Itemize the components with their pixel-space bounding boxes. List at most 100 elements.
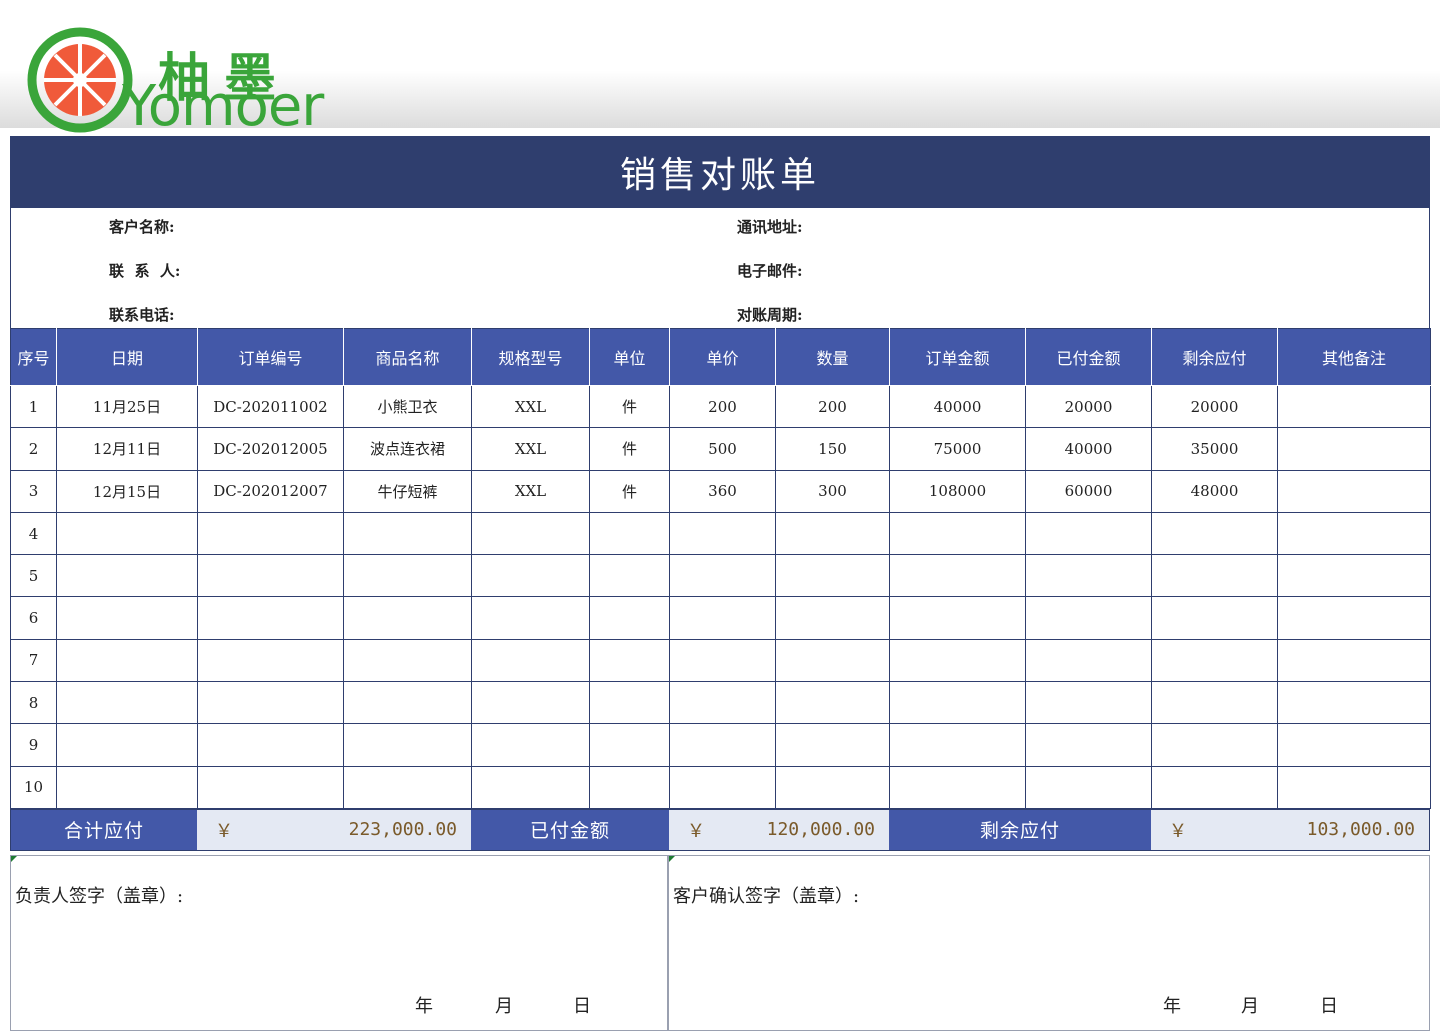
table-cell[interactable]: [56, 638, 198, 683]
table-cell[interactable]: [471, 638, 590, 683]
table-cell[interactable]: 1: [10, 384, 57, 429]
table-cell[interactable]: 300: [775, 469, 890, 513]
table-cell[interactable]: [343, 681, 472, 725]
table-cell[interactable]: [889, 681, 1026, 725]
table-cell[interactable]: [197, 638, 344, 683]
table-cell[interactable]: 75000: [889, 427, 1026, 471]
table-cell[interactable]: [1277, 765, 1431, 809]
table-cell[interactable]: 11月25日: [56, 384, 198, 429]
table-cell[interactable]: [1277, 554, 1431, 598]
table-cell[interactable]: [1025, 723, 1152, 767]
table-cell[interactable]: [775, 554, 890, 598]
table-cell[interactable]: [56, 681, 198, 725]
table-cell[interactable]: [1151, 638, 1278, 683]
table-cell[interactable]: [1277, 723, 1431, 767]
table-cell[interactable]: [56, 511, 198, 556]
table-cell[interactable]: [197, 511, 344, 556]
table-cell[interactable]: 360: [669, 469, 776, 513]
table-cell[interactable]: 5: [10, 554, 57, 598]
table-cell[interactable]: 20000: [1151, 384, 1278, 429]
table-cell[interactable]: 3: [10, 469, 57, 513]
table-cell[interactable]: [471, 681, 590, 725]
table-cell[interactable]: 10: [10, 765, 57, 809]
table-cell[interactable]: [343, 765, 472, 809]
table-cell[interactable]: 12月15日: [56, 469, 198, 513]
table-cell[interactable]: [197, 554, 344, 598]
customer-signature-box[interactable]: 客户确认签字（盖章）: 年 月 日: [668, 854, 1430, 1031]
table-cell[interactable]: [471, 765, 590, 809]
table-cell[interactable]: [197, 765, 344, 809]
table-cell[interactable]: DC-202011002: [197, 384, 344, 429]
table-cell[interactable]: [775, 765, 890, 809]
table-cell[interactable]: [343, 723, 472, 767]
table-cell[interactable]: [589, 638, 670, 683]
table-cell[interactable]: [1025, 511, 1152, 556]
table-cell[interactable]: [197, 723, 344, 767]
table-cell[interactable]: [669, 723, 776, 767]
table-cell[interactable]: [1025, 596, 1152, 640]
table-cell[interactable]: [1151, 723, 1278, 767]
table-cell[interactable]: 波点连衣裙: [343, 427, 472, 471]
table-cell[interactable]: [1025, 681, 1152, 725]
table-cell[interactable]: [775, 511, 890, 556]
table-cell[interactable]: [775, 638, 890, 683]
table-cell[interactable]: 6: [10, 596, 57, 640]
table-cell[interactable]: [889, 638, 1026, 683]
table-cell[interactable]: [471, 511, 590, 556]
table-cell[interactable]: [471, 596, 590, 640]
table-cell[interactable]: DC-202012005: [197, 427, 344, 471]
table-cell[interactable]: [669, 765, 776, 809]
table-cell[interactable]: [56, 723, 198, 767]
table-cell[interactable]: [669, 554, 776, 598]
table-cell[interactable]: [197, 681, 344, 725]
table-cell[interactable]: 108000: [889, 469, 1026, 513]
table-cell[interactable]: 小熊卫衣: [343, 384, 472, 429]
table-cell[interactable]: 40000: [889, 384, 1026, 429]
table-cell[interactable]: [589, 511, 670, 556]
table-cell[interactable]: [669, 511, 776, 556]
table-cell[interactable]: DC-202012007: [197, 469, 344, 513]
table-cell[interactable]: [56, 765, 198, 809]
table-cell[interactable]: [889, 511, 1026, 556]
table-cell[interactable]: [589, 765, 670, 809]
table-cell[interactable]: [1277, 511, 1431, 556]
table-cell[interactable]: 8: [10, 681, 57, 725]
table-cell[interactable]: XXL: [471, 427, 590, 471]
table-cell[interactable]: 12月11日: [56, 427, 198, 471]
table-cell[interactable]: [669, 596, 776, 640]
table-cell[interactable]: XXL: [471, 469, 590, 513]
table-cell[interactable]: [1025, 554, 1152, 598]
table-cell[interactable]: 60000: [1025, 469, 1152, 513]
table-cell[interactable]: [589, 596, 670, 640]
table-cell[interactable]: [56, 596, 198, 640]
table-cell[interactable]: [1151, 596, 1278, 640]
table-cell[interactable]: 48000: [1151, 469, 1278, 513]
table-cell[interactable]: [889, 596, 1026, 640]
table-cell[interactable]: 件: [589, 384, 670, 429]
table-cell[interactable]: [1151, 554, 1278, 598]
table-cell[interactable]: 150: [775, 427, 890, 471]
table-cell[interactable]: [1025, 638, 1152, 683]
table-cell[interactable]: 20000: [1025, 384, 1152, 429]
table-cell[interactable]: [343, 554, 472, 598]
table-cell[interactable]: [1277, 681, 1431, 725]
table-cell[interactable]: 件: [589, 427, 670, 471]
table-cell[interactable]: [889, 765, 1026, 809]
table-cell[interactable]: [589, 723, 670, 767]
table-cell[interactable]: 4: [10, 511, 57, 556]
table-cell[interactable]: [471, 554, 590, 598]
table-cell[interactable]: 7: [10, 638, 57, 683]
table-cell[interactable]: [471, 723, 590, 767]
table-cell[interactable]: [1277, 469, 1431, 513]
table-cell[interactable]: [1151, 765, 1278, 809]
table-cell[interactable]: [1151, 511, 1278, 556]
table-cell[interactable]: [889, 723, 1026, 767]
table-cell[interactable]: [343, 596, 472, 640]
table-cell[interactable]: [589, 681, 670, 725]
table-cell[interactable]: [1277, 638, 1431, 683]
table-cell[interactable]: 35000: [1151, 427, 1278, 471]
table-cell[interactable]: [1151, 681, 1278, 725]
manager-signature-box[interactable]: 负责人签字（盖章）: 年 月 日: [10, 854, 668, 1031]
table-cell[interactable]: [343, 638, 472, 683]
table-cell[interactable]: 9: [10, 723, 57, 767]
